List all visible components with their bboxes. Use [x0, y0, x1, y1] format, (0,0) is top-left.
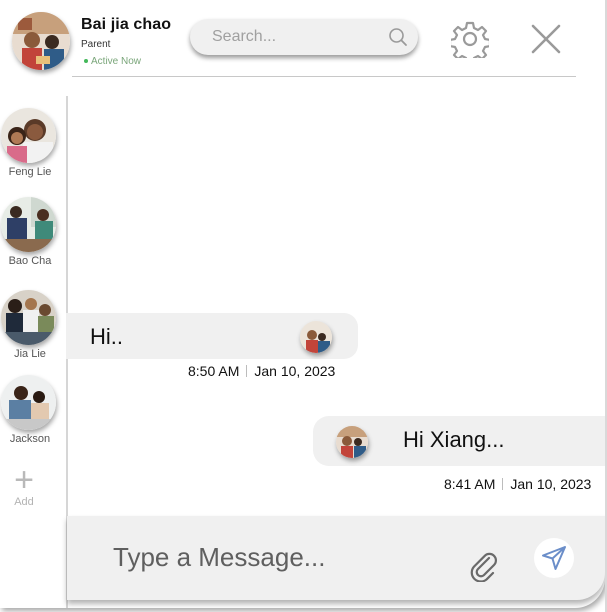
- message-composer: [67, 516, 605, 600]
- paper-plane-icon: [542, 546, 566, 570]
- search-bar[interactable]: [190, 19, 418, 55]
- status-text: Active Now: [91, 56, 142, 67]
- status-indicator: Active Now: [84, 56, 141, 67]
- online-dot-icon: [84, 59, 88, 64]
- sender-avatar: [300, 321, 332, 353]
- message-time: 8:50 AM: [188, 363, 240, 379]
- plus-icon: +: [14, 461, 34, 499]
- outgoing-message-bubble: Hi Xiang...: [313, 416, 605, 466]
- sender-avatar: [336, 426, 368, 458]
- user-avatar[interactable]: [12, 12, 70, 70]
- add-label: Add: [14, 496, 34, 508]
- contact-feng-lie[interactable]: Feng Lie: [0, 108, 60, 178]
- message-time: 8:41 AM: [444, 476, 496, 492]
- message-input[interactable]: [113, 540, 413, 574]
- message-date: Jan 10, 2023: [510, 476, 592, 492]
- chat-window: Bai jia chao Parent Active Now Search...…: [0, 0, 605, 608]
- contact-jackson[interactable]: Jackson: [0, 375, 60, 445]
- contact-avatar: [1, 108, 56, 163]
- contact-jia-lie[interactable]: Jia Lie: [0, 290, 60, 360]
- contact-name: Jia Lie: [14, 348, 46, 360]
- contact-name: Bao Cha: [8, 255, 52, 267]
- meta-separator: [502, 478, 504, 490]
- message-meta: 8:41 AM Jan 10, 2023: [444, 476, 591, 492]
- paperclip-icon[interactable]: [468, 550, 500, 582]
- contact-avatar: [1, 290, 56, 345]
- contact-avatar: [1, 197, 56, 252]
- close-icon[interactable]: [530, 23, 562, 55]
- incoming-message-bubble: Hi..: [66, 313, 358, 359]
- meta-separator: [246, 365, 248, 377]
- message-text: Hi..: [90, 324, 123, 349]
- contact-bao-cha[interactable]: Bao Cha: [0, 197, 60, 267]
- message-date: Jan 10, 2023: [254, 363, 336, 379]
- contact-avatar: [1, 375, 56, 430]
- user-name: Bai jia chao: [81, 16, 172, 33]
- send-button[interactable]: [534, 538, 574, 578]
- message-text: Hi Xiang...: [403, 427, 505, 452]
- contact-name: Feng Lie: [8, 166, 52, 178]
- search-icon[interactable]: [388, 27, 408, 47]
- search-input[interactable]: [212, 27, 372, 47]
- add-contact-button[interactable]: + Add: [8, 461, 40, 508]
- user-role: Parent: [81, 39, 111, 50]
- message-meta: 8:50 AM Jan 10, 2023: [188, 363, 335, 379]
- header-divider: [72, 76, 576, 77]
- contact-name: Jackson: [9, 433, 51, 445]
- gear-icon[interactable]: [451, 20, 489, 58]
